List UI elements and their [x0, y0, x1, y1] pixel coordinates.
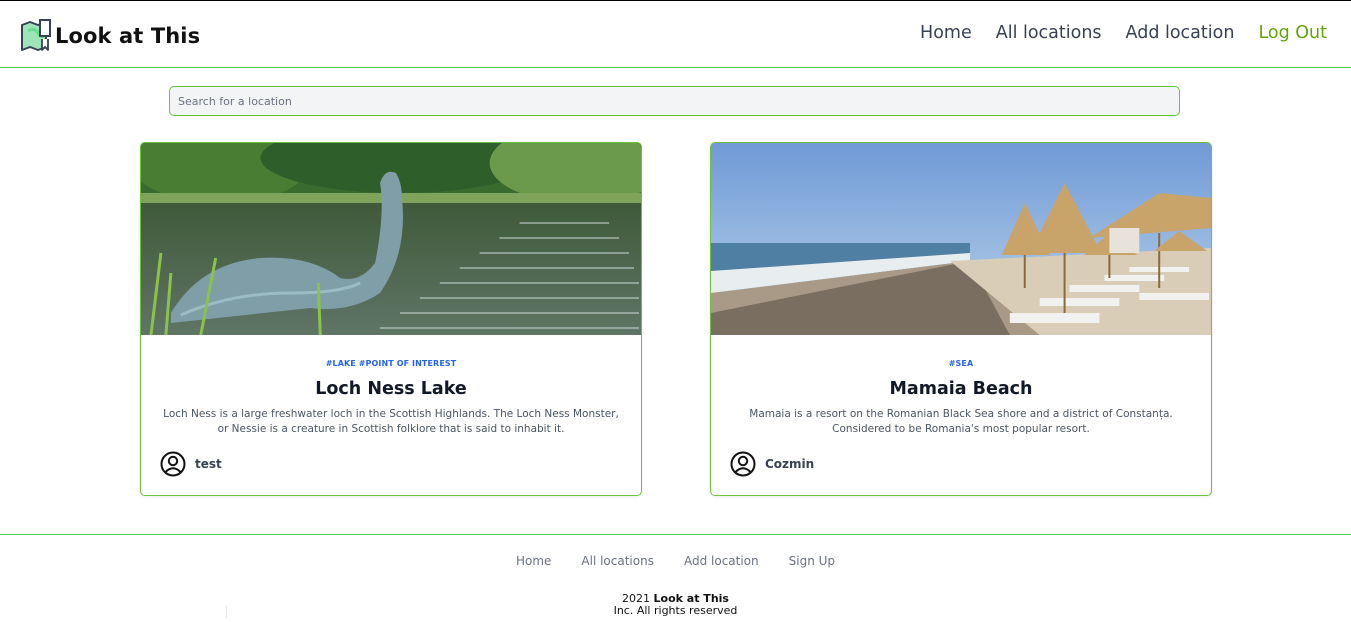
main-nav: Home All locations Add location Log Out	[920, 23, 1327, 43]
search-input[interactable]	[169, 86, 1180, 116]
card-description: Loch Ness is a large freshwater loch in …	[163, 408, 619, 435]
location-card[interactable]: #LAKE #POINT OF INTEREST Loch Ness Lake …	[140, 142, 642, 496]
nav-add-location[interactable]: Add location	[1126, 23, 1235, 43]
footer-nav: Home All locations Add location Sign Up	[0, 554, 1351, 568]
location-card[interactable]: #SEA Mamaia Beach Mamaia is a resort on …	[710, 142, 1212, 496]
card-tags[interactable]: #LAKE #POINT OF INTEREST	[141, 359, 641, 368]
location-image	[711, 143, 1211, 335]
card-author[interactable]: Cozmin	[730, 451, 814, 477]
brand[interactable]: Look at This	[20, 19, 200, 52]
card-description: Mamaia is a resort on the Romanian Black…	[749, 408, 1173, 435]
user-avatar-icon	[730, 451, 756, 477]
author-name: test	[195, 457, 222, 471]
nav-all-locations[interactable]: All locations	[996, 23, 1102, 43]
location-image	[141, 143, 641, 335]
author-name: Cozmin	[765, 457, 815, 471]
nav-home[interactable]: Home	[920, 23, 972, 43]
footer-link-add-location[interactable]: Add location	[684, 554, 759, 568]
divider	[226, 606, 227, 618]
user-avatar-icon	[160, 451, 186, 477]
footer-link-all-locations[interactable]: All locations	[581, 554, 654, 568]
copyright-suffix: Inc. All rights reserved	[613, 604, 738, 617]
card-author[interactable]: test	[160, 451, 222, 477]
card-title[interactable]: Loch Ness Lake	[141, 379, 641, 399]
map-logo-icon	[21, 19, 51, 51]
brand-name: Look at This	[55, 23, 201, 48]
card-title[interactable]: Mamaia Beach	[711, 379, 1211, 399]
footer-divider	[0, 534, 1351, 535]
site-header: Look at This Home All locations Add loca…	[0, 1, 1351, 68]
nav-logout[interactable]: Log Out	[1258, 23, 1327, 43]
footer-link-sign-up[interactable]: Sign Up	[789, 554, 835, 568]
card-tags[interactable]: #SEA	[711, 359, 1211, 368]
footer-link-home[interactable]: Home	[516, 554, 551, 568]
copyright: 2021 Look at This Inc. All rights reserv…	[0, 593, 1351, 617]
